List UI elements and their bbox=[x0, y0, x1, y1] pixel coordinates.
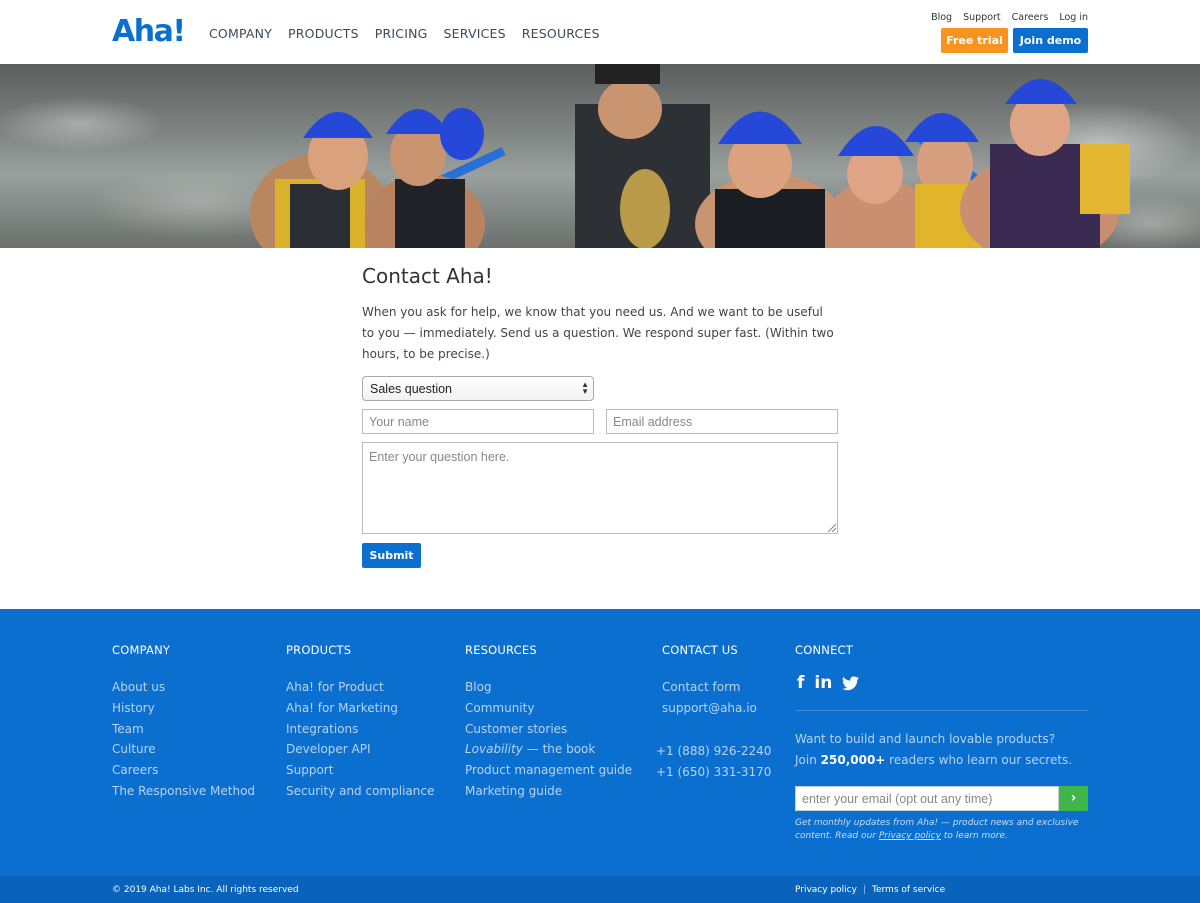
facebook-icon[interactable]: f bbox=[797, 673, 804, 696]
topnav-careers[interactable]: Careers bbox=[1012, 12, 1049, 23]
copyright: © 2019 Aha! Labs Inc. All rights reserve… bbox=[112, 885, 299, 895]
twitter-icon[interactable] bbox=[842, 673, 860, 696]
terms-link[interactable]: Terms of service bbox=[872, 885, 945, 895]
aha-logo[interactable]: Aha! bbox=[112, 14, 186, 49]
footer-link-aha-product[interactable]: Aha! for Product bbox=[286, 677, 434, 698]
nav-resources[interactable]: RESOURCES bbox=[522, 26, 600, 41]
footer-link-history[interactable]: History bbox=[112, 698, 255, 719]
privacy-policy-inline-link[interactable]: Privacy policy bbox=[879, 831, 941, 841]
lovability-suffix: — the book bbox=[526, 742, 596, 757]
footer-products-col: PRODUCTS Aha! for Product Aha! for Marke… bbox=[286, 643, 434, 802]
chevron-right-icon: › bbox=[1070, 790, 1077, 806]
footer-link-developer-api[interactable]: Developer API bbox=[286, 739, 434, 760]
question-type-select[interactable]: Sales question ▲ ▼ bbox=[362, 376, 594, 401]
connect-divider bbox=[795, 710, 1088, 711]
question-placeholder: Enter your question here. bbox=[369, 450, 510, 464]
submit-button[interactable]: Submit bbox=[362, 543, 421, 568]
footer-heading-resources: RESOURCES bbox=[465, 643, 537, 657]
footer-link-integrations[interactable]: Integrations bbox=[286, 719, 434, 740]
name-input[interactable]: Your name bbox=[362, 409, 594, 434]
footer-link-security[interactable]: Security and compliance bbox=[286, 781, 434, 802]
legal-links: Privacy policy | Terms of service bbox=[795, 885, 945, 895]
email-input[interactable]: Email address bbox=[606, 409, 838, 434]
topnav-support[interactable]: Support bbox=[963, 12, 1001, 23]
join-demo-button[interactable]: Join demo bbox=[1013, 28, 1088, 53]
contact-intro: When you ask for help, we know that you … bbox=[362, 305, 834, 361]
footer-link-lovability-book[interactable]: Lovability — the book bbox=[465, 739, 632, 760]
legal-separator: | bbox=[862, 885, 866, 895]
footer-link-support-email[interactable]: support@aha.io bbox=[662, 698, 757, 719]
footer-bottom-bar: © 2019 Aha! Labs Inc. All rights reserve… bbox=[0, 876, 1200, 903]
site-footer: COMPANY About us History Team Culture Ca… bbox=[0, 609, 1200, 876]
select-value: Sales question bbox=[370, 382, 453, 396]
lovability-title: Lovability bbox=[465, 742, 523, 757]
reader-count: 250,000+ bbox=[820, 753, 886, 767]
newsletter-pitch: Want to build and launch lovable product… bbox=[795, 729, 1095, 771]
newsletter-email-input[interactable]: enter your email (opt out any time) bbox=[795, 786, 1059, 811]
question-textarea[interactable]: Enter your question here. bbox=[362, 442, 838, 534]
resize-grip-icon[interactable] bbox=[828, 524, 836, 532]
nav-services[interactable]: SERVICES bbox=[444, 26, 506, 41]
select-arrows-icon: ▲ ▼ bbox=[581, 380, 589, 396]
topnav-blog[interactable]: Blog bbox=[931, 12, 952, 23]
footer-contact-col: CONTACT US Contact form support@aha.io bbox=[662, 643, 757, 719]
social-links: f in bbox=[797, 673, 860, 696]
hero-rafting-photo bbox=[250, 64, 1130, 248]
pitch-line-1: Want to build and launch lovable product… bbox=[795, 732, 1056, 746]
footer-resources-col: RESOURCES Blog Community Customer storie… bbox=[465, 643, 632, 802]
footer-link-blog[interactable]: Blog bbox=[465, 677, 632, 698]
footer-link-community[interactable]: Community bbox=[465, 698, 632, 719]
utility-nav: Blog Support Careers Log in bbox=[920, 12, 1088, 23]
privacy-policy-link[interactable]: Privacy policy bbox=[795, 885, 857, 895]
footer-link-contact-form[interactable]: Contact form bbox=[662, 677, 757, 698]
free-trial-button[interactable]: Free trial bbox=[941, 28, 1008, 53]
topnav-login[interactable]: Log in bbox=[1059, 12, 1088, 23]
newsletter-note: Get monthly updates from Aha! — product … bbox=[795, 818, 1079, 841]
main-nav: COMPANY PRODUCTS PRICING SERVICES RESOUR… bbox=[209, 26, 616, 41]
footer-heading-contact: CONTACT US bbox=[662, 643, 738, 657]
footer-link-support[interactable]: Support bbox=[286, 760, 434, 781]
footer-link-responsive-method[interactable]: The Responsive Method bbox=[112, 781, 255, 802]
nav-company[interactable]: COMPANY bbox=[209, 26, 272, 41]
footer-phones: +1 (888) 926-2240 +1 (650) 331-3170 bbox=[656, 741, 771, 783]
newsletter-submit-button[interactable]: › bbox=[1059, 786, 1088, 811]
contact-section: Contact Aha! When you ask for help, we k… bbox=[362, 264, 838, 365]
phone-tollfree: +1 (888) 926-2240 bbox=[656, 744, 772, 758]
phone-local: +1 (650) 331-3170 bbox=[656, 764, 772, 779]
footer-heading-products: PRODUCTS bbox=[286, 643, 352, 657]
linkedin-icon[interactable]: in bbox=[814, 673, 832, 696]
footer-heading-company: COMPANY bbox=[112, 643, 171, 657]
footer-link-culture[interactable]: Culture bbox=[112, 739, 255, 760]
nav-pricing[interactable]: PRICING bbox=[375, 26, 428, 41]
footer-link-aha-marketing[interactable]: Aha! for Marketing bbox=[286, 698, 434, 719]
footer-connect-col: CONNECT bbox=[795, 643, 853, 677]
nav-products[interactable]: PRODUCTS bbox=[288, 26, 359, 41]
footer-company-col: COMPANY About us History Team Culture Ca… bbox=[112, 643, 255, 802]
page-title: Contact Aha! bbox=[362, 264, 493, 288]
footer-link-customer-stories[interactable]: Customer stories bbox=[465, 719, 632, 740]
footer-link-team[interactable]: Team bbox=[112, 719, 255, 740]
footer-link-careers[interactable]: Careers bbox=[112, 760, 255, 781]
footer-link-pm-guide[interactable]: Product management guide bbox=[465, 760, 632, 781]
pitch-line-2: Join 250,000+ readers who learn our secr… bbox=[795, 753, 1073, 767]
site-header: Aha! COMPANY PRODUCTS PRICING SERVICES R… bbox=[0, 0, 1200, 64]
footer-link-marketing-guide[interactable]: Marketing guide bbox=[465, 781, 632, 802]
footer-heading-connect: CONNECT bbox=[795, 643, 854, 657]
hero-banner bbox=[0, 64, 1200, 248]
footer-link-about[interactable]: About us bbox=[112, 677, 255, 698]
